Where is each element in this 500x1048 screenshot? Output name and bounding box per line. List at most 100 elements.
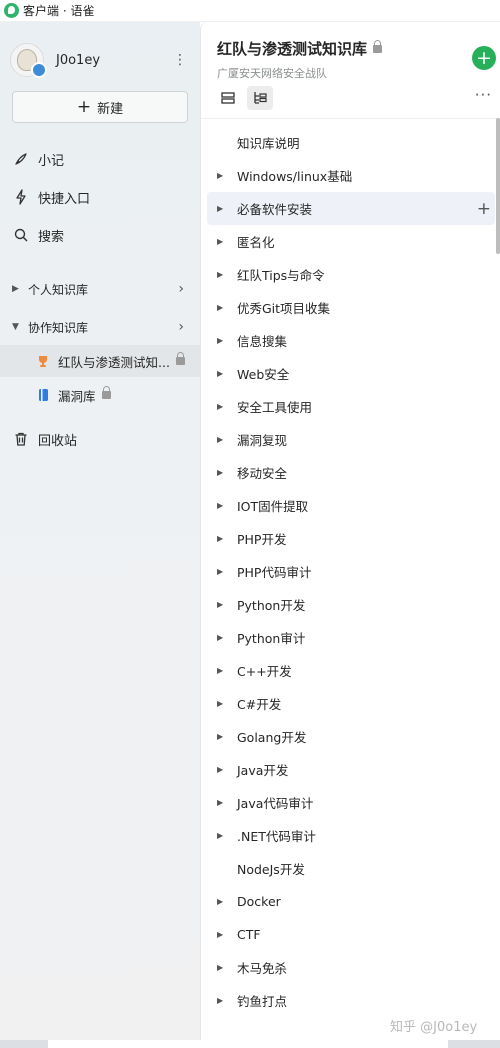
add-child-icon[interactable]: +: [477, 199, 491, 219]
toc-item[interactable]: ▶ 安全工具使用: [201, 390, 500, 423]
toc-item-label: PHP开发: [237, 532, 287, 547]
more-vertical-icon[interactable]: ⋮: [172, 48, 188, 72]
toc-item-label: 移动安全: [237, 466, 288, 481]
caret-right-icon[interactable]: ▶: [217, 534, 223, 543]
toc-item-label: 钓鱼打点: [237, 994, 288, 1009]
caret-right-icon[interactable]: ▶: [217, 600, 223, 609]
new-button-label: 新建: [97, 101, 124, 117]
toc-item[interactable]: ▶ 漏洞复现: [201, 423, 500, 456]
watermark: 知乎 @J0o1ey: [390, 1020, 478, 1035]
library-item-vuln[interactable]: 漏洞库: [0, 379, 200, 411]
lock-icon: [175, 352, 185, 365]
toc-item[interactable]: ▶ IOT固件提取: [201, 489, 500, 522]
more-horizontal-icon[interactable]: ···: [475, 86, 492, 104]
list-view-icon[interactable]: [215, 86, 241, 110]
toc-item-label: 信息搜集: [237, 334, 288, 349]
caret-right-icon[interactable]: ▶: [217, 765, 223, 774]
library-item-label: 红队与渗透测试知...: [58, 354, 170, 370]
caret-right-icon[interactable]: ▶: [217, 369, 223, 378]
toc-item[interactable]: ▶ 信息搜集: [201, 324, 500, 357]
caret-right-icon[interactable]: ▶: [217, 336, 223, 345]
caret-right-icon[interactable]: ▶: [217, 963, 223, 972]
toc-item[interactable]: ▶ PHP开发: [201, 522, 500, 555]
lock-icon: [101, 386, 111, 399]
caret-right-icon[interactable]: ▶: [217, 501, 223, 510]
toc-item-label: 优秀Git项目收集: [237, 301, 331, 316]
collab-library-section[interactable]: ▼ 协作知识库 ›: [12, 314, 192, 340]
library-item-label: 漏洞库: [58, 388, 96, 404]
trash-icon: [12, 430, 30, 448]
toc-item[interactable]: ▶ Docker: [201, 885, 500, 918]
add-doc-button[interactable]: +: [472, 46, 496, 70]
toc-item[interactable]: ▶ Windows/linux基础: [201, 159, 500, 192]
toc-item[interactable]: NodeJs开发: [201, 852, 500, 885]
caret-right-icon[interactable]: ▶: [217, 897, 223, 906]
toc-item[interactable]: ▶ C++开发: [201, 654, 500, 687]
toc-item[interactable]: ▶ Python审计: [201, 621, 500, 654]
new-button[interactable]: + 新建: [12, 91, 188, 123]
nav-item-search[interactable]: 搜索: [12, 222, 192, 248]
toc-item-label: Golang开发: [237, 730, 307, 745]
view-toggle: [215, 86, 279, 110]
nav-item-shortcuts[interactable]: 快捷入口: [12, 184, 192, 210]
toc-item[interactable]: ▶ Java开发: [201, 753, 500, 786]
caret-right-icon[interactable]: ▶: [217, 930, 223, 939]
library-item-redteam[interactable]: 红队与渗透测试知...: [0, 345, 200, 377]
caret-right-icon[interactable]: ▶: [217, 402, 223, 411]
tree-view-icon[interactable]: [247, 86, 273, 110]
toc-item-label: Python审计: [237, 631, 306, 646]
caret-right-icon[interactable]: ▶: [217, 996, 223, 1005]
collab-library-label: 协作知识库: [28, 320, 89, 335]
caret-right-icon[interactable]: ▶: [217, 270, 223, 279]
caret-right-icon[interactable]: ▶: [217, 732, 223, 741]
toc-item[interactable]: ▶ 钓鱼打点: [201, 984, 500, 1017]
toc-item[interactable]: ▶ CTF: [201, 918, 500, 951]
toc-item-label: NodeJs开发: [237, 862, 305, 877]
toc-item[interactable]: ▶ Web安全: [201, 357, 500, 390]
toc-item[interactable]: ▶ Golang开发: [201, 720, 500, 753]
caret-right-icon[interactable]: ▶: [217, 237, 223, 246]
caret-right-icon[interactable]: ▶: [217, 204, 223, 213]
caret-right-icon[interactable]: ▶: [217, 831, 223, 840]
toc-item-label: 红队Tips与命令: [237, 268, 325, 283]
toc-item-label: Python开发: [237, 598, 306, 613]
nav-item-notes[interactable]: 小记: [12, 146, 192, 172]
chevron-right-icon[interactable]: ›: [178, 319, 184, 335]
toc-item-label: C++开发: [237, 664, 292, 679]
caret-right-icon[interactable]: ▶: [217, 303, 223, 312]
toc-item[interactable]: ▶ Python开发: [201, 588, 500, 621]
caret-right-icon[interactable]: ▶: [217, 699, 223, 708]
toc-item[interactable]: ▶ 必备软件安装 +: [207, 192, 495, 225]
chevron-right-icon[interactable]: ›: [178, 281, 184, 297]
caret-right-icon[interactable]: ▶: [217, 435, 223, 444]
nav-item-trash[interactable]: 回收站: [12, 426, 192, 452]
user-profile[interactable]: J0o1ey ⋮: [10, 42, 190, 78]
toc-item[interactable]: ▶ PHP代码审计: [201, 555, 500, 588]
caret-right-icon[interactable]: ▶: [217, 171, 223, 180]
toc-item[interactable]: ▶ 木马免杀: [201, 951, 500, 984]
toc-item[interactable]: ▶ 匿名化: [201, 225, 500, 258]
user-name: J0o1ey: [56, 52, 101, 68]
caret-right-icon[interactable]: ▶: [217, 567, 223, 576]
avatar[interactable]: [10, 43, 47, 78]
page-subtitle: 广厦安天网络安全战队: [217, 67, 327, 80]
toc-item-label: IOT固件提取: [237, 499, 309, 514]
toc-item-label: Web安全: [237, 367, 290, 382]
bottom-strip-segment: [48, 1040, 448, 1048]
toc-item[interactable]: ▶ Java代码审计: [201, 786, 500, 819]
caret-right-icon[interactable]: ▶: [217, 633, 223, 642]
toc-item[interactable]: ▶ C#开发: [201, 687, 500, 720]
sidebar: J0o1ey ⋮ + 新建 小记 快捷入口 搜索 ▶ 个人知识库 › ▼ 协作知…: [0, 22, 200, 1040]
yuque-logo-icon: [4, 3, 19, 18]
toc-item[interactable]: ▶ 红队Tips与命令: [201, 258, 500, 291]
personal-library-section[interactable]: ▶ 个人知识库 ›: [12, 276, 192, 302]
toc-item[interactable]: ▶ .NET代码审计: [201, 819, 500, 852]
caret-right-icon[interactable]: ▶: [217, 798, 223, 807]
toc-item[interactable]: 知识库说明: [201, 126, 500, 159]
toc-item[interactable]: ▶ 优秀Git项目收集: [201, 291, 500, 324]
lock-icon: [373, 39, 383, 53]
toc-item[interactable]: ▶ 移动安全: [201, 456, 500, 489]
caret-right-icon[interactable]: ▶: [217, 666, 223, 675]
divider: [201, 118, 500, 119]
caret-right-icon[interactable]: ▶: [217, 468, 223, 477]
